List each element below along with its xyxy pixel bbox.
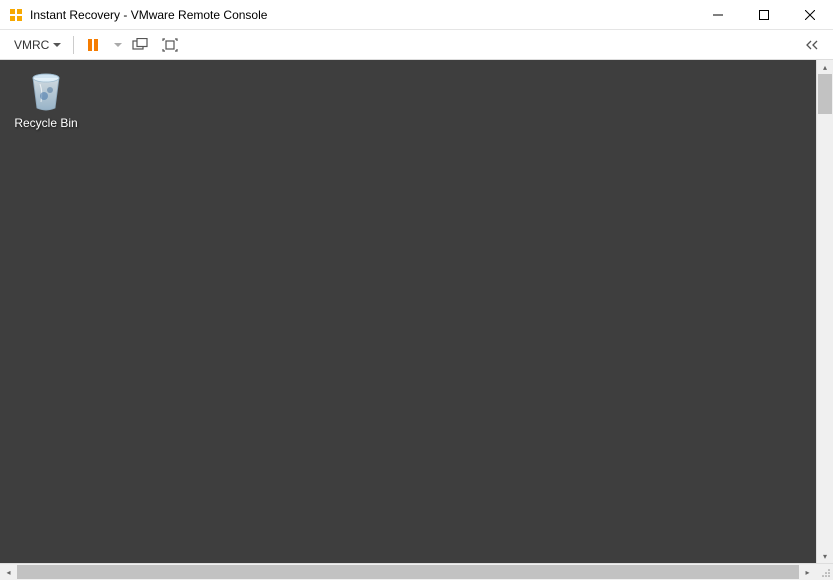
- dropdown-caret-icon: [114, 43, 122, 47]
- vertical-scrollbar[interactable]: ▴ ▾: [816, 60, 833, 563]
- send-ctrl-alt-del-button[interactable]: [126, 33, 154, 57]
- scroll-down-arrow[interactable]: ▾: [817, 549, 833, 563]
- toolbar: VMRC: [0, 30, 833, 60]
- window-title: Instant Recovery - VMware Remote Console: [30, 8, 695, 22]
- recycle-bin-glyph: [25, 70, 67, 112]
- window-controls: [695, 0, 833, 30]
- horizontal-scroll-thumb[interactable]: [17, 565, 799, 579]
- collapse-toolbar-button[interactable]: [799, 33, 825, 57]
- vmrc-menu-label: VMRC: [14, 38, 49, 52]
- cad-icon: [132, 38, 148, 52]
- scroll-up-arrow[interactable]: ▴: [817, 60, 833, 74]
- toolbar-separator: [73, 36, 74, 54]
- pause-dropdown[interactable]: [108, 33, 124, 57]
- horizontal-scrollbar[interactable]: ◂ ▸: [0, 563, 833, 580]
- recycle-bin-icon[interactable]: Recycle Bin: [8, 70, 84, 130]
- chevron-left-double-icon: [805, 40, 819, 50]
- fullscreen-button[interactable]: [156, 33, 184, 57]
- scrollbar-corner: [816, 564, 833, 580]
- horizontal-scroll-track[interactable]: [17, 564, 799, 580]
- app-icon: [8, 7, 24, 23]
- pause-icon: [86, 38, 100, 52]
- fullscreen-icon: [162, 38, 178, 52]
- scroll-right-arrow[interactable]: ▸: [799, 564, 816, 580]
- vertical-scroll-thumb[interactable]: [818, 74, 832, 114]
- minimize-button[interactable]: [695, 0, 741, 30]
- close-button[interactable]: [787, 0, 833, 30]
- maximize-button[interactable]: [741, 0, 787, 30]
- vmrc-menu[interactable]: VMRC: [8, 33, 67, 57]
- content-area: Recycle Bin ▴ ▾: [0, 60, 833, 563]
- recycle-bin-label: Recycle Bin: [8, 116, 84, 130]
- dropdown-caret-icon: [53, 43, 61, 47]
- scroll-left-arrow[interactable]: ◂: [0, 564, 17, 580]
- titlebar: Instant Recovery - VMware Remote Console: [0, 0, 833, 30]
- pause-button[interactable]: [80, 33, 106, 57]
- remote-desktop[interactable]: Recycle Bin: [0, 60, 816, 563]
- resize-grip-icon: [821, 568, 831, 578]
